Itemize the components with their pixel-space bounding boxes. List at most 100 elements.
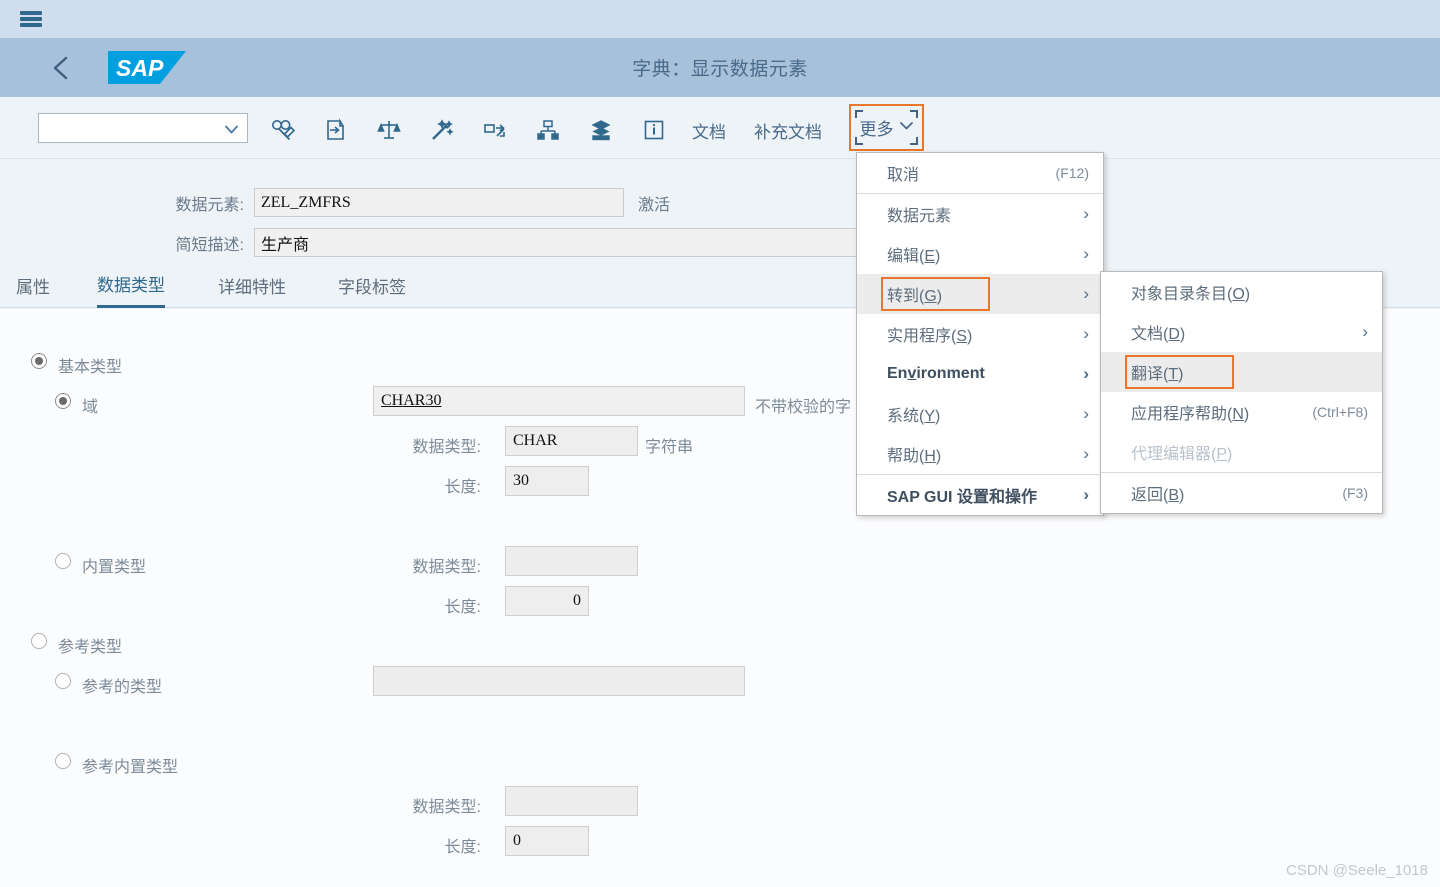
more-menu-item-1[interactable]: 数据元素 › (857, 194, 1103, 234)
focus-corner (855, 137, 863, 145)
input-domain-data-type[interactable] (505, 426, 638, 456)
magic-wand-icon[interactable] (423, 112, 461, 148)
menu-item-label: 转到(G) (887, 288, 943, 305)
toolbar-text-group: 文档 补充文档 (678, 110, 836, 150)
field-row-short-description: 简短描述: (152, 228, 954, 257)
more-button[interactable]: 更多 (849, 104, 924, 151)
menu-item-label: 返回(B) (1131, 487, 1185, 504)
label-ref-builtin-length: 长度: (444, 839, 481, 856)
input-short-description[interactable] (254, 228, 954, 257)
focus-corner (910, 110, 918, 118)
input-ref-builtin-length[interactable] (505, 826, 589, 856)
menu-item-shortcut: (F12) (1055, 165, 1089, 181)
domain-side-note: 不带校验的字 (755, 399, 852, 416)
input-data-element[interactable] (254, 188, 624, 217)
more-menu-item-5[interactable]: Environment › (857, 354, 1103, 394)
hierarchy-icon[interactable] (529, 112, 567, 148)
more-dropdown-menu: 取消 (F12) 数据元素 › 编辑(E) › 转到(G) › 实用程序(S) › Environm… (856, 152, 1104, 516)
goto-submenu-item-3[interactable]: 应用程序帮助(N) (Ctrl+F8) (1101, 392, 1382, 432)
focus-corner (855, 110, 863, 118)
label-elementary-type: 基本类型 (58, 359, 123, 376)
toolbar-button-supplementary-documentation[interactable]: 补充文档 (740, 112, 836, 149)
page-title: 字典：显示数据元素 (632, 59, 808, 80)
watermark: CSDN @Seele_1018 (1286, 862, 1428, 879)
edit-glasses-icon[interactable] (264, 112, 302, 148)
input-builtin-data-type[interactable] (505, 546, 638, 576)
radio-reference-type[interactable] (31, 633, 47, 649)
chevron-right-icon: › (1083, 284, 1089, 303)
label-domain-data-type: 数据类型: (412, 439, 481, 456)
radio-referenced-type[interactable] (55, 673, 71, 689)
status-active: 激活 (638, 196, 671, 214)
scales-compare-icon[interactable] (370, 112, 408, 148)
enter-document-icon[interactable] (317, 112, 355, 148)
menu-item-label: 编辑(E) (887, 248, 941, 265)
menu-item-label: 代理编辑器(P) (1131, 446, 1233, 463)
more-menu-item-6[interactable]: 系统(Y) › (857, 394, 1103, 434)
where-used-icon[interactable] (476, 112, 514, 148)
label-domain: 域 (82, 399, 99, 416)
label-builtin-type: 内置类型 (82, 559, 147, 576)
tab-detail-properties[interactable]: 详细特性 (218, 265, 286, 308)
menu-item-label: Environment (887, 365, 985, 382)
svg-text:SAP: SAP (116, 55, 164, 81)
menu-item-label: 数据元素 (887, 208, 952, 225)
more-menu-item-8[interactable]: SAP GUI 设置和操作 › (857, 475, 1103, 515)
radio-domain[interactable] (55, 393, 71, 409)
toolbar-icon-group (264, 110, 673, 150)
more-menu-item-7[interactable]: 帮助(H) › (857, 434, 1103, 474)
more-menu-item-3[interactable]: 转到(G) › (857, 274, 1103, 314)
label-domain-length: 长度: (444, 479, 481, 496)
label-builtin-length: 长度: (444, 599, 481, 616)
input-builtin-length[interactable] (505, 586, 589, 616)
menu-item-label: 实用程序(S) (887, 328, 973, 345)
label-ref-builtin-data-type: 数据类型: (412, 799, 481, 816)
more-menu-item-2[interactable]: 编辑(E) › (857, 234, 1103, 274)
hamburger-line (20, 17, 42, 21)
domain-data-type-side: 字符串 (645, 439, 694, 456)
radio-elementary-type[interactable] (31, 353, 47, 369)
radio-builtin-type[interactable] (55, 553, 71, 569)
database-stack-icon[interactable] (582, 112, 620, 148)
input-domain-name[interactable] (373, 386, 745, 416)
radio-reference-builtin-type[interactable] (55, 753, 71, 769)
chevron-right-icon: › (1083, 364, 1089, 383)
menu-item-label: 帮助(H) (887, 448, 942, 465)
chevron-right-icon: › (1083, 324, 1089, 343)
shell-bar (0, 0, 1440, 38)
chevron-down-icon (225, 123, 238, 136)
input-domain-length[interactable] (505, 466, 589, 496)
input-referenced-type[interactable] (373, 666, 745, 696)
goto-submenu-item-5[interactable]: 返回(B) (F3) (1101, 473, 1382, 513)
sap-gui-window: 字典：显示数据元素 SAP 文档 补充文档 更多 数据元素: ZEL_ZMFRS… (0, 0, 1440, 887)
focus-corner (910, 137, 918, 145)
tab-properties[interactable]: 属性 (16, 265, 50, 308)
more-menu-item-0[interactable]: 取消 (F12) (857, 153, 1103, 193)
app-header: 字典：显示数据元素 (0, 38, 1440, 97)
goto-submenu-item-0[interactable]: 对象目录条目(O) (1101, 272, 1382, 312)
chevron-right-icon: › (1083, 485, 1089, 504)
toolbar-dropdown[interactable] (38, 113, 248, 143)
menu-item-label: 应用程序帮助(N) (1131, 406, 1250, 423)
more-menu-item-4[interactable]: 实用程序(S) › (857, 314, 1103, 354)
sap-logo: SAP (108, 51, 186, 84)
input-ref-builtin-data-type[interactable] (505, 786, 638, 816)
form-header: 数据元素: 激活 简短描述: (0, 159, 1440, 265)
menu-item-label: 翻译(T) (1131, 366, 1184, 383)
info-icon[interactable] (635, 112, 673, 148)
goto-submenu-item-4: 代理编辑器(P) (1101, 432, 1382, 472)
chevron-right-icon: › (1362, 322, 1368, 341)
hamburger-icon[interactable] (20, 9, 42, 29)
menu-item-label: 对象目录条目(O) (1131, 286, 1251, 303)
label-short-description: 简短描述: (175, 236, 244, 254)
chevron-right-icon: › (1083, 244, 1089, 263)
toolbar-button-documentation[interactable]: 文档 (678, 112, 740, 149)
tab-field-labels[interactable]: 字段标签 (338, 265, 406, 308)
label-reference-builtin-type: 参考内置类型 (82, 759, 179, 776)
hamburger-line (20, 11, 42, 15)
menu-item-label: 系统(Y) (887, 408, 941, 425)
menu-item-shortcut: (F3) (1342, 485, 1368, 501)
goto-submenu-item-2[interactable]: 翻译(T) (1101, 352, 1382, 392)
goto-submenu-item-1[interactable]: 文档(D) › (1101, 312, 1382, 352)
tab-data-type[interactable]: 数据类型 (97, 265, 165, 308)
